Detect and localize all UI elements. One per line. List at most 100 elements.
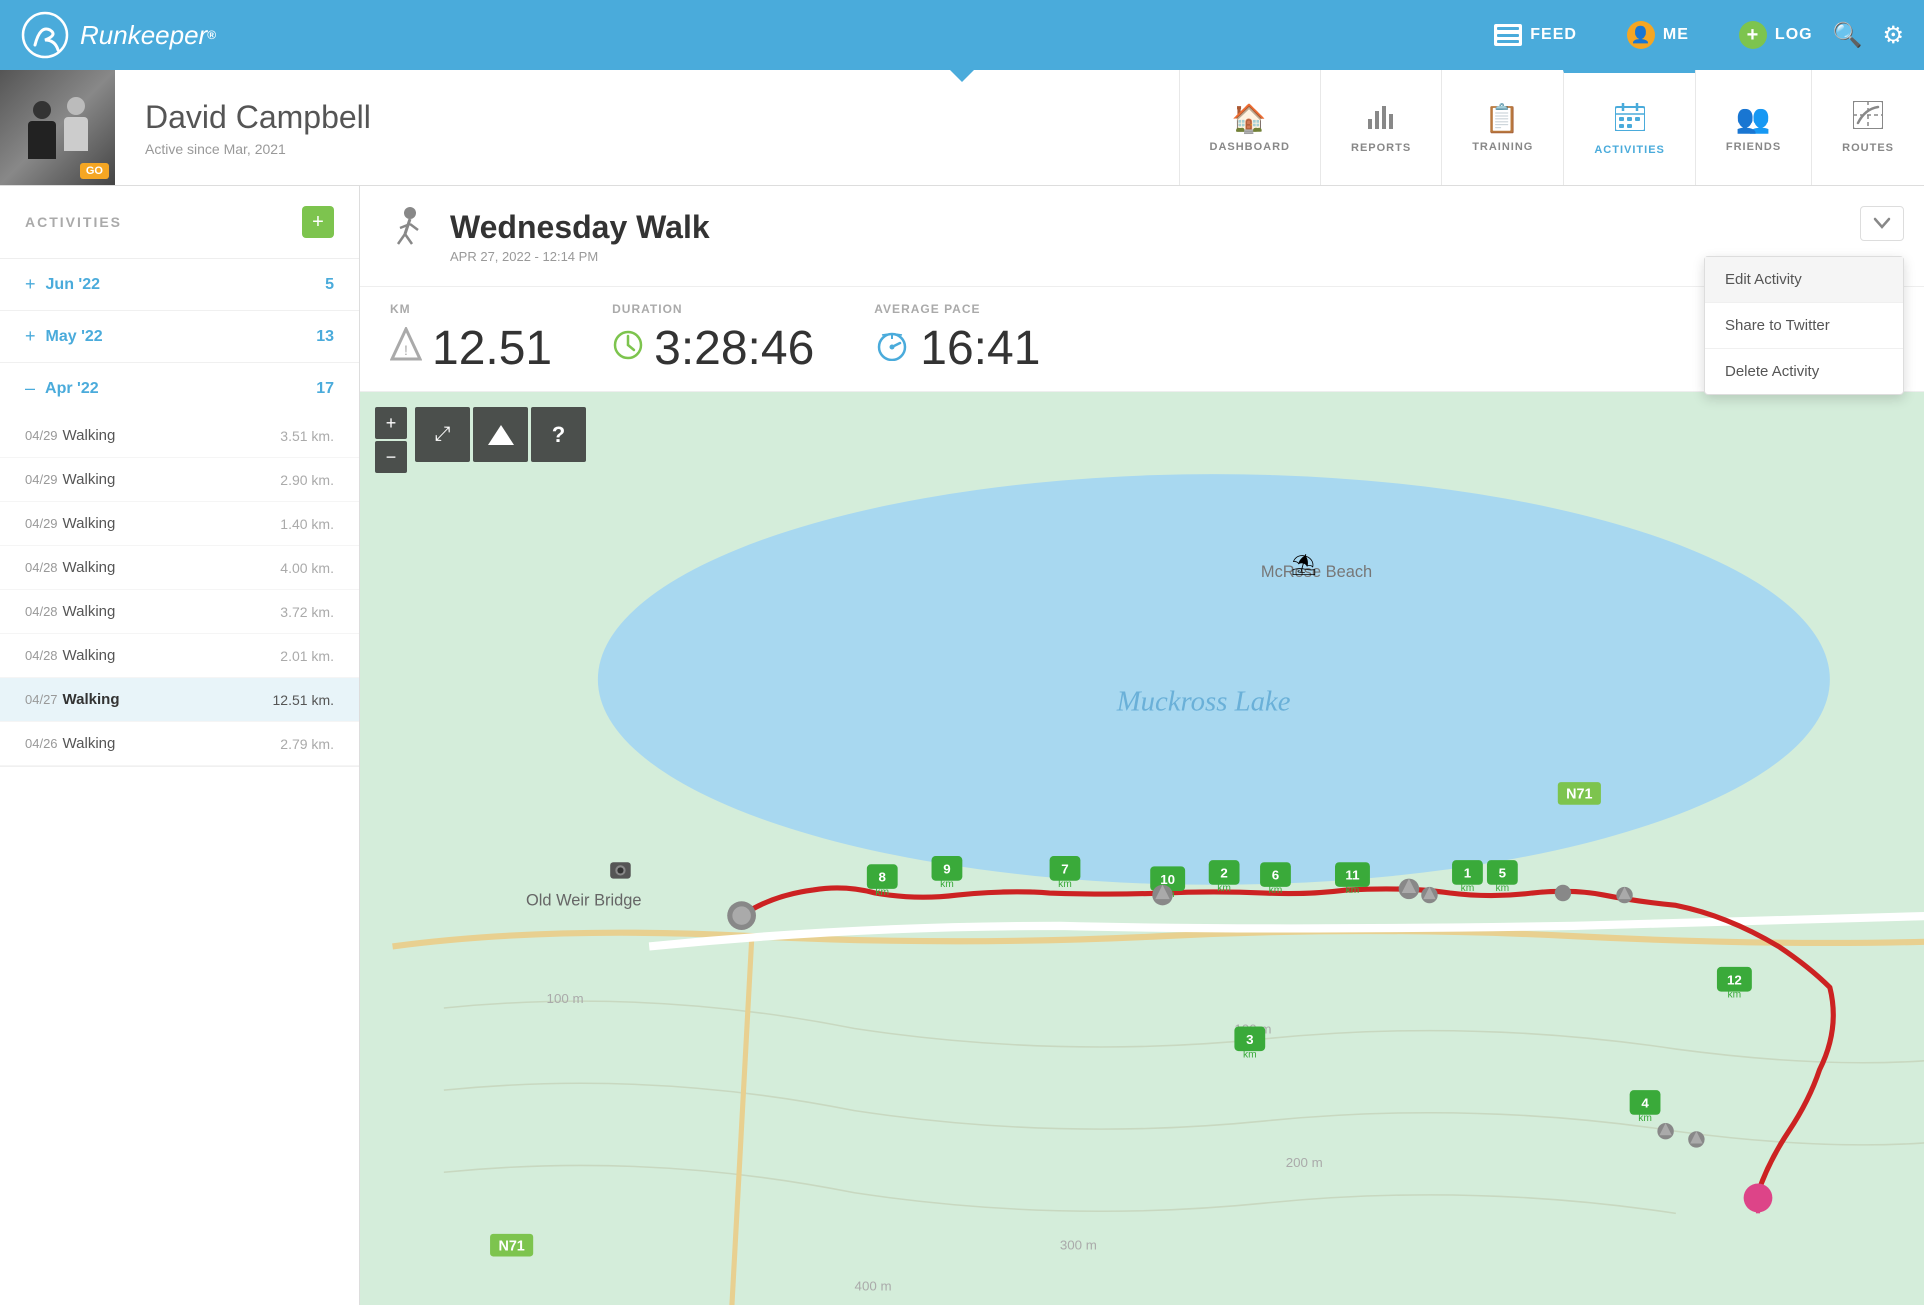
svg-text:300 m: 300 m (1060, 1237, 1097, 1252)
month-group-apr: – Apr '22 17 04/29 Walking 3.51 km. 04/2… (0, 363, 359, 767)
nav-links: FEED 👤 ME + LOG (1474, 11, 1832, 59)
activity-item-0426[interactable]: 04/26 Walking 2.79 km. (0, 722, 359, 766)
svg-text:N71: N71 (1566, 787, 1592, 803)
svg-text:200 m: 200 m (1286, 1155, 1323, 1170)
me-icon: 👤 (1627, 21, 1655, 49)
pace-value: 16:41 (920, 321, 1040, 376)
svg-text:3: 3 (1246, 1032, 1253, 1047)
apr-count: 17 (316, 380, 334, 398)
svg-text:4: 4 (1641, 1096, 1649, 1111)
sidebar-title: ACTIVITIES (25, 214, 122, 230)
dropdown-delete-activity[interactable]: Delete Activity (1705, 349, 1903, 394)
map-tools: ⤢ ? (415, 407, 586, 462)
svg-text:km: km (1217, 883, 1231, 894)
svg-text:km: km (1058, 879, 1072, 890)
add-activity-button[interactable]: + (302, 206, 334, 238)
month-group-jun: + Jun '22 5 (0, 259, 359, 311)
zoom-out-button[interactable]: − (375, 441, 407, 473)
log-icon: + (1739, 21, 1767, 49)
fullscreen-button[interactable]: ⤢ (415, 407, 470, 462)
tab-activities[interactable]: ACTIVITIES (1563, 70, 1695, 185)
svg-text:⛱: ⛱ (1291, 554, 1317, 577)
svg-text:km: km (875, 887, 889, 898)
month-header-apr[interactable]: – Apr '22 17 (0, 363, 359, 414)
may-count: 13 (316, 328, 334, 346)
nav-feed[interactable]: FEED (1474, 14, 1597, 56)
nav-right: 🔍 ⚙ (1833, 21, 1904, 50)
nav-triangle (948, 68, 976, 82)
map-svg: Muckross Lake McRose Beach 100 m 100 m 2… (360, 392, 1924, 1305)
feed-icon (1494, 24, 1522, 46)
person-1 (28, 101, 56, 159)
jun-count: 5 (325, 276, 334, 294)
activities-icon (1615, 103, 1645, 138)
person-2 (64, 97, 88, 151)
content-area: Wednesday Walk APR 27, 2022 - 12:14 PM E… (360, 186, 1924, 1305)
profile-tabs: 🏠 DASHBOARD REPORTS 📋 TRAINING (1179, 70, 1924, 185)
activity-item-0428-3[interactable]: 04/28 Walking 2.01 km. (0, 634, 359, 678)
may-label: May '22 (46, 328, 103, 346)
svg-text:km: km (1496, 883, 1510, 894)
activity-item-0429-2[interactable]: 04/29 Walking 2.90 km. (0, 458, 359, 502)
svg-text:5: 5 (1499, 866, 1507, 881)
logo: Runkeeper® (20, 10, 1434, 60)
tab-routes[interactable]: ROUTES (1811, 70, 1924, 185)
settings-icon[interactable]: ⚙ (1882, 21, 1904, 50)
activity-menu-button[interactable] (1860, 206, 1904, 241)
svg-text:6: 6 (1272, 868, 1279, 883)
help-button[interactable]: ? (531, 407, 586, 462)
svg-text:8: 8 (879, 870, 886, 885)
svg-text:km: km (1461, 883, 1475, 894)
tab-dashboard[interactable]: 🏠 DASHBOARD (1179, 70, 1321, 185)
month-header-may[interactable]: + May '22 13 (0, 311, 359, 362)
activity-header: Wednesday Walk APR 27, 2022 - 12:14 PM E… (360, 186, 1924, 287)
stat-km: KM ! 12.51 (390, 302, 552, 376)
stat-pace: AVERAGE PACE 16:41 (874, 302, 1040, 376)
sidebar: ACTIVITIES + + Jun '22 5 + May '22 13 (0, 186, 360, 1305)
activity-dropdown-menu: Edit Activity Share to Twitter Delete Ac… (1704, 256, 1904, 395)
activity-item-0429-1[interactable]: 04/29 Walking 3.51 km. (0, 414, 359, 458)
dropdown-share-twitter[interactable]: Share to Twitter (1705, 303, 1903, 349)
month-header-jun[interactable]: + Jun '22 5 (0, 259, 359, 310)
stats-bar: KM ! 12.51 DURATION (360, 287, 1924, 392)
logo-text: Runkeeper (80, 20, 207, 51)
activity-item-0428-1[interactable]: 04/28 Walking 4.00 km. (0, 546, 359, 590)
activity-title: Wednesday Walk (450, 209, 710, 246)
profile-photo: GO (0, 70, 115, 185)
runkeeper-logo-icon (20, 10, 70, 60)
activity-walk-icon (390, 206, 430, 266)
svg-text:2: 2 (1220, 866, 1227, 881)
dashboard-icon: 🏠 (1232, 102, 1268, 135)
dropdown-edit-activity[interactable]: Edit Activity (1705, 257, 1903, 303)
svg-text:!: ! (404, 342, 408, 358)
jun-toggle: + (25, 274, 36, 295)
tab-training[interactable]: 📋 TRAINING (1441, 70, 1563, 185)
tab-reports[interactable]: REPORTS (1320, 70, 1441, 185)
activity-item-0428-2[interactable]: 04/28 Walking 3.72 km. (0, 590, 359, 634)
apr-label: Apr '22 (45, 380, 99, 398)
pace-icon (874, 329, 910, 368)
svg-text:10: 10 (1160, 872, 1175, 887)
svg-text:N71: N71 (498, 1238, 524, 1254)
reports-icon (1366, 101, 1396, 136)
training-icon: 📋 (1485, 102, 1521, 135)
svg-text:Old Weir Bridge: Old Weir Bridge (526, 891, 642, 909)
profile-since: Active since Mar, 2021 (145, 141, 371, 157)
svg-text:km: km (1269, 885, 1283, 896)
svg-text:7: 7 (1061, 862, 1068, 877)
svg-text:km: km (1346, 885, 1360, 896)
go-badge: GO (80, 163, 109, 179)
activity-item-0429-3[interactable]: 04/29 Walking 1.40 km. (0, 502, 359, 546)
zoom-in-button[interactable]: + (375, 407, 407, 439)
top-nav: Runkeeper® FEED 👤 ME + LOG 🔍 ⚙ (0, 0, 1924, 70)
activity-title-block: Wednesday Walk APR 27, 2022 - 12:14 PM (450, 209, 710, 264)
terrain-button[interactable] (473, 407, 528, 462)
map-area: Muckross Lake McRose Beach 100 m 100 m 2… (360, 392, 1924, 1305)
svg-text:Muckross Lake: Muckross Lake (1116, 685, 1291, 717)
nav-me[interactable]: 👤 ME (1607, 11, 1709, 59)
nav-log[interactable]: + LOG (1719, 11, 1833, 59)
search-icon[interactable]: 🔍 (1833, 21, 1863, 50)
apr-toggle: – (25, 378, 35, 399)
tab-friends[interactable]: 👥 FRIENDS (1695, 70, 1811, 185)
activity-item-0427[interactable]: 04/27 Walking 12.51 km. (0, 678, 359, 722)
